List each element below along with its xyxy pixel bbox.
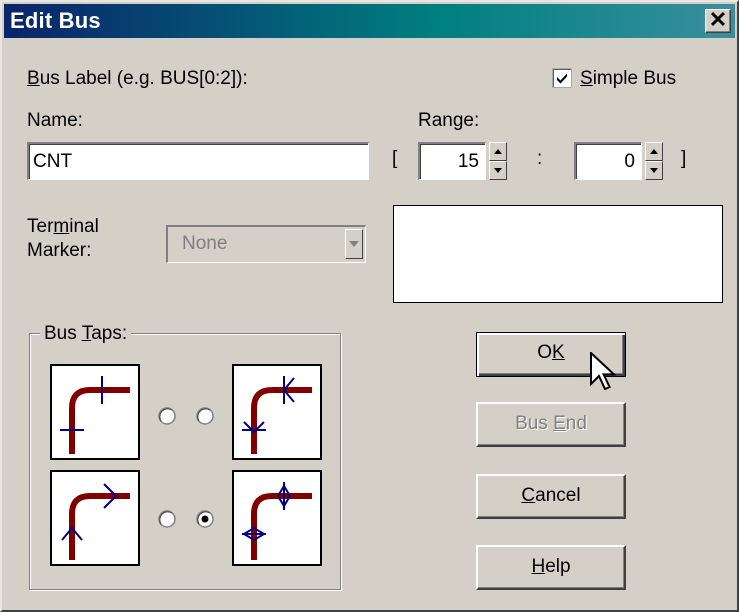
range-separator: : xyxy=(537,148,543,169)
edit-bus-dialog: Edit Bus ✕ Bus Label (e.g. BUS[0:2]): Si… xyxy=(0,0,739,612)
tap-style-cross[interactable] xyxy=(50,364,140,460)
name-input[interactable]: CNT xyxy=(27,142,369,180)
mouse-cursor-icon xyxy=(590,352,616,390)
range-open-bracket: [ xyxy=(392,148,398,169)
cancel-mnemonic: C xyxy=(521,485,536,506)
bus-taps-label-part2: aps: xyxy=(91,323,128,344)
ok-label-part1: O xyxy=(537,342,553,363)
bus-tap-cross-icon xyxy=(60,376,130,454)
range-start-spinner xyxy=(489,142,507,180)
terminal-marker-select[interactable]: None xyxy=(166,225,366,263)
radio-selected-dot xyxy=(201,515,209,523)
help-button[interactable]: Help xyxy=(476,545,626,590)
range-start-input[interactable]: 15 xyxy=(418,142,486,180)
dropdown-button[interactable] xyxy=(345,229,363,259)
terminal-label-part1: Ter xyxy=(27,216,54,237)
terminal-marker-value: None xyxy=(182,233,228,254)
simple-bus-checkbox[interactable] xyxy=(552,68,572,88)
marker-preview-box xyxy=(393,205,723,303)
simple-bus-label[interactable]: Simple Bus xyxy=(580,68,676,90)
bus-tap-arrow-in-icon xyxy=(242,376,312,454)
ok-mnemonic: K xyxy=(552,342,565,363)
bus-taps-label: Bus Taps: xyxy=(40,323,132,345)
range-close-bracket: ] xyxy=(681,148,687,169)
tap-style-arrow-out[interactable] xyxy=(50,470,140,566)
range-label: Range: xyxy=(418,110,480,131)
help-label-part2: elp xyxy=(545,556,571,577)
arrow-up-icon xyxy=(494,149,502,154)
title-bar: Edit Bus ✕ xyxy=(4,4,735,38)
window-title: Edit Bus xyxy=(10,8,101,33)
bus-end-label-part2: nd xyxy=(565,413,587,434)
arrow-down-icon xyxy=(494,168,502,173)
radio-tap-arrow-out[interactable] xyxy=(158,510,176,528)
tap-style-diamond[interactable] xyxy=(232,470,322,566)
terminal-label-part2: inal xyxy=(69,216,99,237)
range-end-value: 0 xyxy=(624,151,635,172)
range-end-up-button[interactable] xyxy=(645,142,663,161)
close-icon: ✕ xyxy=(708,7,728,32)
simple-bus-text: imple Bus xyxy=(592,68,677,89)
range-end-down-button[interactable] xyxy=(645,161,663,180)
terminal-label-mnemonic: m xyxy=(53,216,70,237)
name-value: CNT xyxy=(33,151,73,172)
bus-tap-arrow-out-icon xyxy=(61,483,130,560)
help-mnemonic: H xyxy=(531,556,546,577)
range-end-spinner xyxy=(645,142,663,180)
arrow-up-icon xyxy=(650,149,658,154)
name-label: Name: xyxy=(27,110,83,131)
chevron-down-icon xyxy=(349,241,359,247)
bus-label-mnemonic: B xyxy=(27,68,40,89)
terminal-marker-label: Terminal Marker: xyxy=(27,215,99,263)
radio-tap-arrow-in[interactable] xyxy=(196,407,214,425)
bus-end-button[interactable]: Bus End xyxy=(476,402,626,447)
range-start-down-button[interactable] xyxy=(489,161,507,180)
simple-bus-mnemonic: S xyxy=(580,68,593,89)
terminal-label-line2: Marker: xyxy=(27,240,92,261)
range-start-value: 15 xyxy=(457,151,479,172)
arrow-down-icon xyxy=(650,168,658,173)
bus-taps-label-part1: Bus xyxy=(44,323,82,344)
bus-taps-mnemonic: T xyxy=(81,323,92,344)
radio-tap-diamond[interactable] xyxy=(196,510,214,528)
bus-end-label-part1: Bus xyxy=(515,413,554,434)
tap-style-arrow-in[interactable] xyxy=(232,364,322,460)
bus-tap-diamond-icon xyxy=(242,482,312,560)
range-end-input[interactable]: 0 xyxy=(574,142,642,180)
close-button[interactable]: ✕ xyxy=(705,9,731,33)
cancel-button[interactable]: Cancel xyxy=(476,474,626,519)
bus-label-caption: Bus Label (e.g. BUS[0:2]): xyxy=(27,68,248,90)
bus-end-mnemonic: E xyxy=(553,413,566,434)
cancel-label-part2: ancel xyxy=(535,485,581,506)
range-start-up-button[interactable] xyxy=(489,142,507,161)
radio-tap-cross[interactable] xyxy=(158,407,176,425)
bus-label-text: us Label (e.g. BUS[0:2]): xyxy=(39,68,248,89)
